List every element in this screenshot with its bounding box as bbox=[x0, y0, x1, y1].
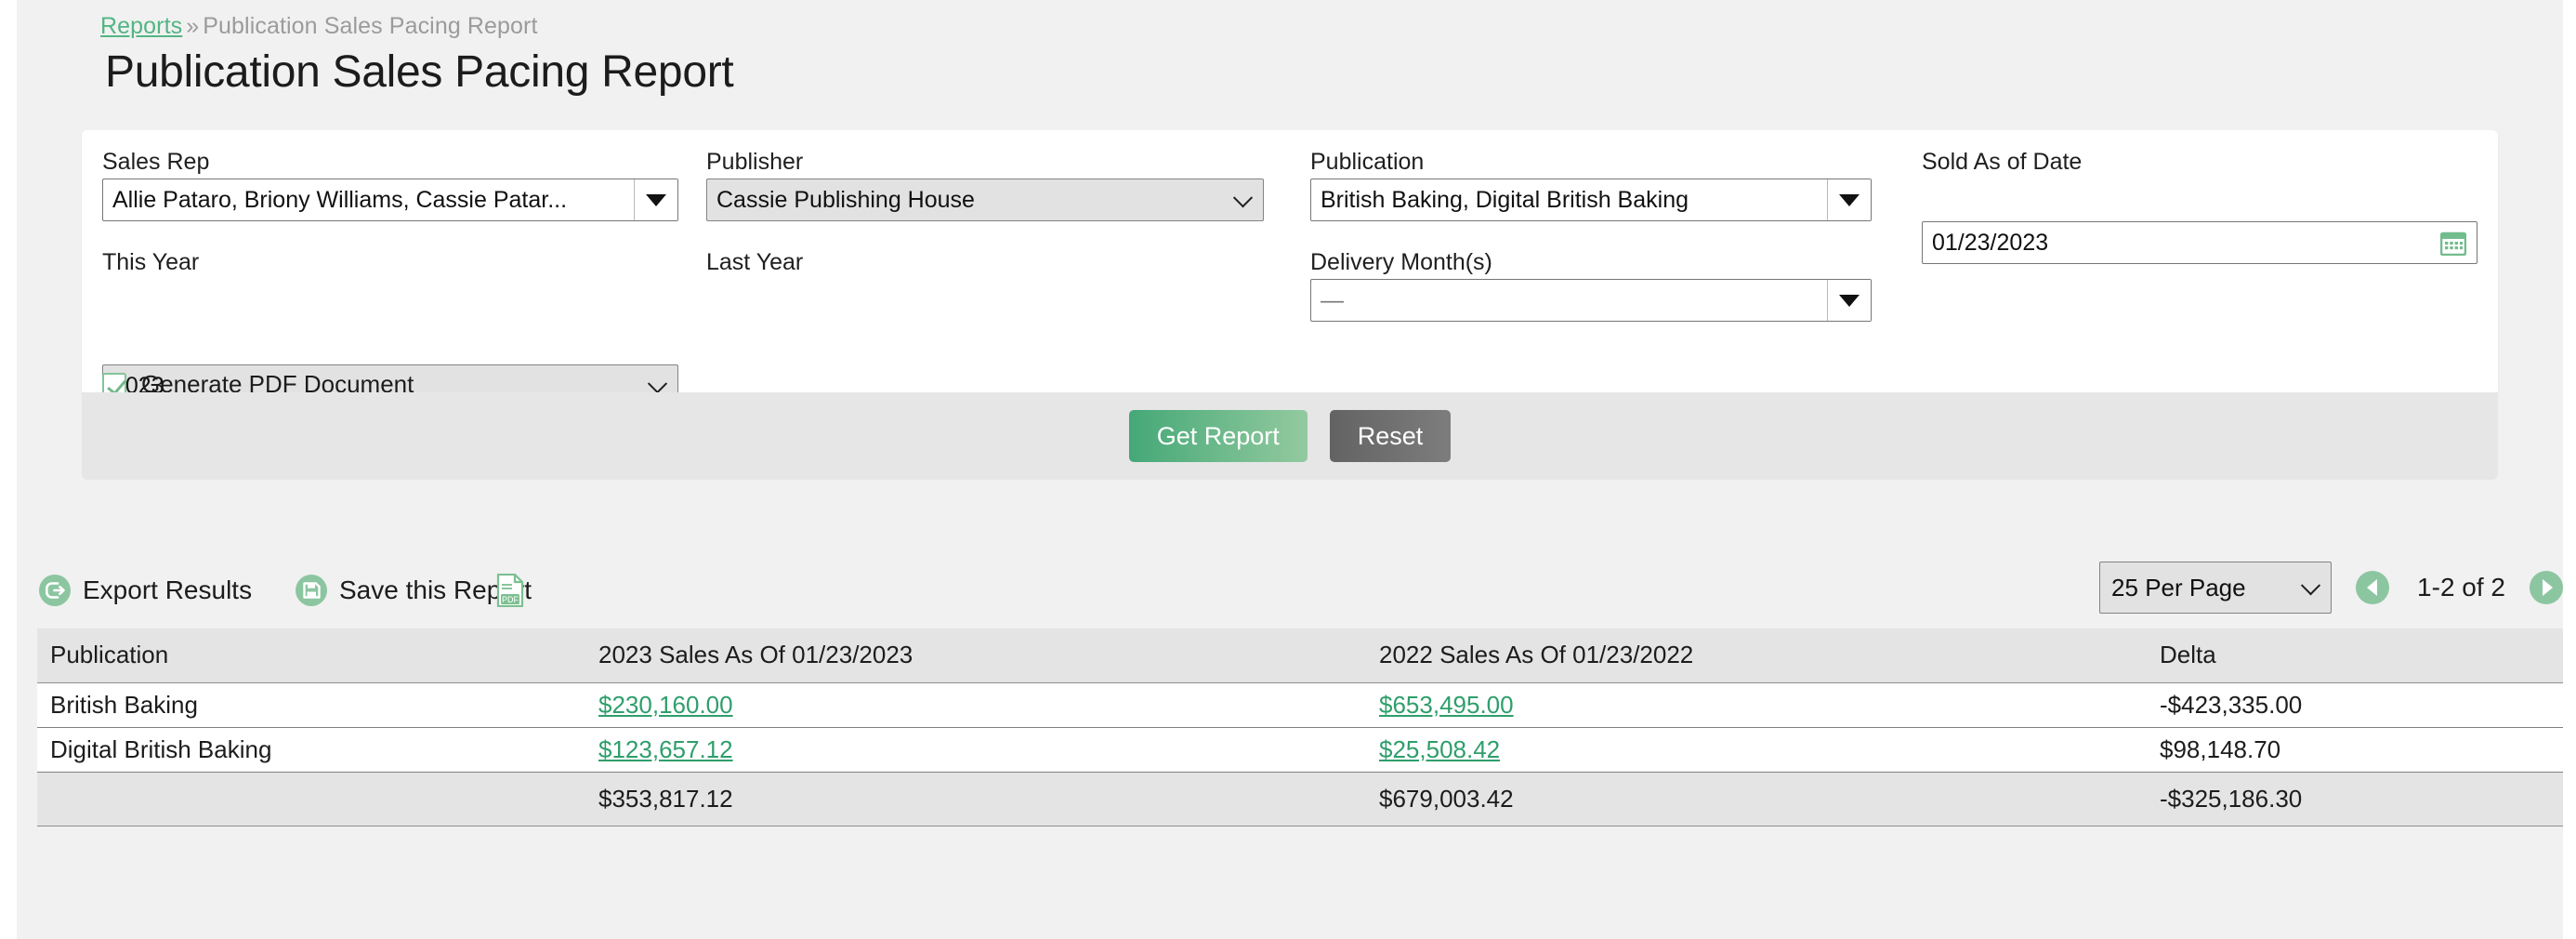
last-year-amount-link[interactable]: $653,495.00 bbox=[1379, 691, 1514, 719]
breadcrumb-separator: » bbox=[186, 13, 199, 39]
publication-multiselect[interactable]: British Baking, Digital British Baking bbox=[1310, 179, 1872, 221]
cell-last-year: $653,495.00 bbox=[1366, 682, 2147, 727]
this-year-label: This Year bbox=[102, 249, 199, 276]
publisher-label: Publisher bbox=[706, 149, 803, 176]
last-year-amount-link[interactable]: $25,508.42 bbox=[1379, 735, 1500, 763]
page-right-margin bbox=[2563, 0, 2576, 939]
this-year-amount-link[interactable]: $230,160.00 bbox=[598, 691, 733, 719]
prev-page-button[interactable] bbox=[2356, 571, 2389, 604]
chevron-down-icon bbox=[1233, 188, 1253, 207]
get-report-button[interactable]: Get Report bbox=[1129, 410, 1308, 462]
calendar-icon[interactable] bbox=[2440, 231, 2466, 256]
column-header-publication: Publication bbox=[37, 628, 585, 682]
chevron-down-icon bbox=[2301, 575, 2320, 595]
column-header-this-year: 2023 Sales As Of 01/23/2023 bbox=[585, 628, 1366, 682]
sold-as-of-date-input[interactable]: 01/23/2023 bbox=[1922, 221, 2477, 264]
table-row: Digital British Baking $123,657.12 $25,5… bbox=[37, 727, 2563, 772]
table-row: British Baking $230,160.00 $653,495.00 -… bbox=[37, 682, 2563, 727]
form-action-bar: Get Report Reset bbox=[82, 392, 2498, 480]
cell-last-year: $25,508.42 bbox=[1366, 727, 2147, 772]
svg-text:PDF: PDF bbox=[502, 595, 519, 604]
publisher-select[interactable]: Cassie Publishing House bbox=[706, 179, 1264, 221]
sales-rep-value: Allie Pataro, Briony Williams, Cassie Pa… bbox=[103, 179, 635, 220]
chevron-down-solid-icon[interactable] bbox=[1828, 280, 1871, 321]
next-page-button[interactable] bbox=[2530, 571, 2563, 604]
breadcrumb-link-reports[interactable]: Reports bbox=[100, 13, 182, 39]
page-title: Publication Sales Pacing Report bbox=[105, 46, 733, 98]
column-header-last-year: 2022 Sales As Of 01/23/2022 bbox=[1366, 628, 2147, 682]
results-table: Publication 2023 Sales As Of 01/23/2023 … bbox=[37, 628, 2563, 827]
reset-button[interactable]: Reset bbox=[1330, 410, 1452, 462]
cell-this-year: $123,657.12 bbox=[585, 727, 1366, 772]
totals-last-year: $679,003.42 bbox=[1366, 772, 2147, 826]
report-page: Reports»Publication Sales Pacing Report … bbox=[0, 0, 2576, 939]
breadcrumb-current: Publication Sales Pacing Report bbox=[203, 13, 537, 39]
totals-label-cell bbox=[37, 772, 585, 826]
publication-value: British Baking, Digital British Baking bbox=[1311, 179, 1828, 220]
cell-publication: Digital British Baking bbox=[37, 727, 585, 772]
export-results-label: Export Results bbox=[83, 575, 252, 605]
pdf-icon[interactable]: PDF bbox=[496, 574, 524, 607]
per-page-value: 25 Per Page bbox=[2111, 574, 2246, 602]
chevron-down-solid-icon[interactable] bbox=[635, 179, 677, 220]
table-header-row: Publication 2023 Sales As Of 01/23/2023 … bbox=[37, 628, 2563, 682]
column-header-delta: Delta bbox=[2147, 628, 2563, 682]
totals-delta: -$325,186.30 bbox=[2147, 772, 2563, 826]
delivery-months-label: Delivery Month(s) bbox=[1310, 249, 1492, 276]
export-icon bbox=[39, 575, 71, 606]
pagination: 25 Per Page 1-2 of 2 bbox=[2099, 562, 2563, 614]
sold-as-of-date-label: Sold As of Date bbox=[1922, 149, 2082, 176]
chevron-down-icon bbox=[648, 374, 667, 393]
breadcrumb: Reports»Publication Sales Pacing Report bbox=[100, 13, 538, 40]
page-left-margin bbox=[0, 0, 17, 939]
export-results-action[interactable]: Export Results bbox=[39, 575, 252, 606]
cell-publication: British Baking bbox=[37, 682, 585, 727]
filter-panel: Sales Rep Allie Pataro, Briony Williams,… bbox=[82, 130, 2498, 392]
totals-this-year: $353,817.12 bbox=[585, 772, 1366, 826]
publication-label: Publication bbox=[1310, 149, 1424, 176]
chevron-down-solid-icon[interactable] bbox=[1828, 179, 1871, 220]
cell-this-year: $230,160.00 bbox=[585, 682, 1366, 727]
sales-rep-label: Sales Rep bbox=[102, 149, 209, 176]
this-year-amount-link[interactable]: $123,657.12 bbox=[598, 735, 733, 763]
cell-delta: $98,148.70 bbox=[2147, 727, 2563, 772]
publisher-value: Cassie Publishing House bbox=[716, 187, 975, 214]
last-year-label: Last Year bbox=[706, 249, 803, 276]
delivery-months-value: — bbox=[1311, 280, 1828, 321]
delivery-months-multiselect[interactable]: — bbox=[1310, 279, 1872, 322]
pagination-range: 1-2 of 2 bbox=[2417, 573, 2505, 602]
sales-rep-multiselect[interactable]: Allie Pataro, Briony Williams, Cassie Pa… bbox=[102, 179, 678, 221]
sold-as-of-date-value: 01/23/2023 bbox=[1932, 230, 2048, 257]
per-page-select[interactable]: 25 Per Page bbox=[2099, 562, 2332, 614]
table-totals-row: $353,817.12 $679,003.42 -$325,186.30 bbox=[37, 772, 2563, 826]
cell-delta: -$423,335.00 bbox=[2147, 682, 2563, 727]
save-disk-icon bbox=[296, 575, 327, 606]
